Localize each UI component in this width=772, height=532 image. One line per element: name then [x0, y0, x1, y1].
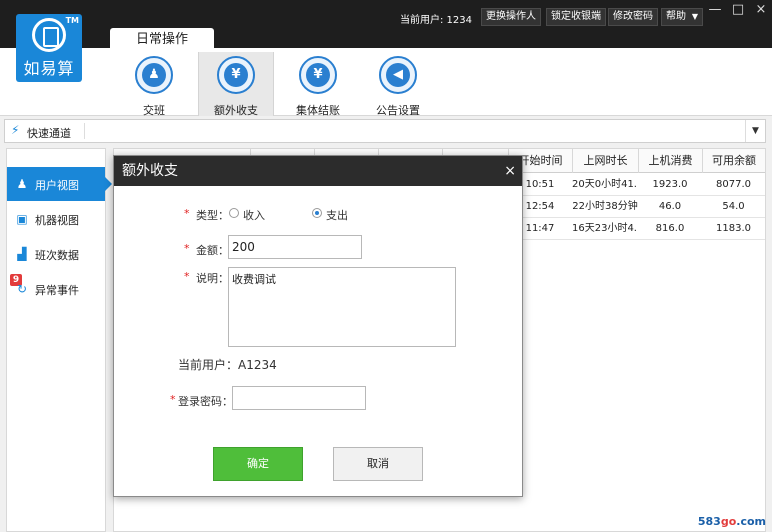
toolbar: ♟ 交班 ¥ 额外收支 ¥ 集体结账 ◀ 公告设置 [0, 48, 772, 117]
radio-income-label[interactable]: 收入 [243, 207, 265, 223]
logo-text: 如易算 [23, 59, 75, 78]
sidebar-item-label: 异常事件 [35, 284, 79, 297]
logo-mark-icon [32, 18, 66, 52]
checkout-icon: ¥ [299, 56, 337, 94]
help-label: 帮助 [666, 11, 686, 22]
toolbar-handover-button[interactable]: ♟ 交班 [116, 52, 192, 117]
dialog-title-bar: 额外收支 × [114, 156, 522, 186]
minimize-icon[interactable]: — [708, 2, 722, 17]
change-operator-button[interactable]: 更换操作人 [481, 8, 541, 26]
column-header-consumption[interactable]: 上机消费 [638, 149, 702, 173]
sidebar-item-label: 班次数据 [35, 249, 79, 262]
chevron-down-icon[interactable]: ▼ [745, 120, 765, 142]
refresh-icon: ↻ [16, 282, 28, 296]
toolbar-label: 公告设置 [376, 104, 420, 117]
quick-channel-label: 快速通道 [27, 127, 71, 140]
watermark-part: go [720, 515, 737, 528]
sidebar-item-machine-view[interactable]: ▣ 机器视图 [7, 202, 105, 236]
user-icon: ♟ [16, 177, 28, 191]
chart-icon: ▟ [17, 247, 27, 261]
amount-label: 金额： [196, 244, 229, 257]
extra-income-expense-dialog: 额外收支 × * 类型： 收入 支出 * 金额： 200 * 说明： 收费调试 … [113, 155, 523, 497]
cell-consumption: 46.0 [658, 201, 682, 212]
sidebar-item-label: 机器视图 [35, 214, 79, 227]
cell-online-duration: 20天0小时41... [572, 179, 638, 190]
column-header-balance[interactable]: 可用余额 [702, 149, 765, 173]
quick-channel-bar[interactable]: ⚡ 快速通道 ▼ [4, 119, 766, 143]
type-label: 类型： [196, 209, 229, 222]
close-icon[interactable]: × [754, 2, 768, 17]
toolbar-label: 交班 [143, 104, 165, 117]
lock-cashier-button[interactable]: 锁定收银端 [546, 8, 606, 26]
toolbar-label: 集体结账 [296, 104, 340, 117]
help-menu-button[interactable]: 帮助 ▼ [661, 8, 703, 26]
sidebar-item-exception-events[interactable]: 9 ↻ 异常事件 [7, 272, 105, 306]
cell-balance: 1183.0 [716, 223, 751, 234]
watermark-part: .com [736, 515, 766, 528]
column-header-online-duration[interactable]: 上网时长 [572, 149, 638, 173]
active-pointer [105, 177, 112, 191]
required-mark: * [170, 393, 176, 406]
close-icon[interactable]: × [504, 156, 516, 186]
app-logo: TM 如易算 [16, 14, 82, 82]
required-mark: * [184, 207, 190, 220]
sidebar-item-label: 用户视图 [35, 179, 79, 192]
note-textarea[interactable]: 收费调试 [228, 267, 456, 347]
toolbar-announcement-button[interactable]: ◀ 公告设置 [360, 52, 436, 117]
chevron-down-icon: ▼ [691, 12, 698, 21]
lightning-icon: ⚡ [11, 123, 20, 137]
cell-online-duration: 16天23小时4... [572, 223, 638, 234]
radio-income[interactable] [229, 208, 239, 218]
confirm-button[interactable]: 确定 [213, 447, 303, 481]
cell-consumption: 1923.0 [652, 179, 688, 190]
watermark: 583go.com [698, 515, 766, 528]
password-label: 登录密码： [178, 395, 233, 408]
title-bar: 当前用户: 1234 更换操作人 锁定收银端 修改密码 帮助 ▼ — □ × 日… [0, 0, 772, 52]
divider [84, 123, 85, 139]
current-user-label: 当前用户: 1234 [400, 15, 472, 26]
password-input[interactable] [232, 386, 366, 410]
dialog-title: 额外收支 [122, 163, 178, 179]
cell-consumption: 816.0 [655, 223, 685, 234]
cell-online-duration: 22小时38分钟 [572, 201, 638, 212]
required-mark: * [184, 242, 190, 255]
toolbar-extra-income-expense-button[interactable]: ¥ 额外收支 [198, 52, 274, 117]
required-mark: * [184, 270, 190, 283]
watermark-part: 583 [697, 515, 721, 528]
handover-icon: ♟ [135, 56, 173, 94]
cancel-button[interactable]: 取消 [333, 447, 423, 481]
toolbar-label: 额外收支 [214, 104, 258, 117]
note-label: 说明： [196, 272, 229, 285]
radio-expense[interactable] [312, 208, 322, 218]
maximize-icon[interactable]: □ [731, 2, 745, 17]
toolbar-group-checkout-button[interactable]: ¥ 集体结账 [280, 52, 356, 117]
left-sidebar: ♟ 用户视图 ▣ 机器视图 ▟ 班次数据 9 ↻ 异常事件 [6, 148, 112, 532]
current-user-info: 当前用户：A1234 [178, 358, 277, 372]
sidebar-item-user-view[interactable]: ♟ 用户视图 [7, 167, 112, 201]
sidebar-item-shift-data[interactable]: ▟ 班次数据 [7, 237, 105, 271]
cell-balance: 54.0 [722, 201, 745, 212]
radio-expense-label[interactable]: 支出 [326, 207, 348, 223]
amount-input[interactable]: 200 [228, 235, 362, 259]
change-password-button[interactable]: 修改密码 [608, 8, 658, 26]
cell-balance: 8077.0 [716, 179, 751, 190]
yen-icon: ¥ [217, 56, 255, 94]
logo-trademark: TM [65, 16, 79, 25]
megaphone-icon: ◀ [379, 56, 417, 94]
monitor-icon: ▣ [16, 212, 28, 226]
